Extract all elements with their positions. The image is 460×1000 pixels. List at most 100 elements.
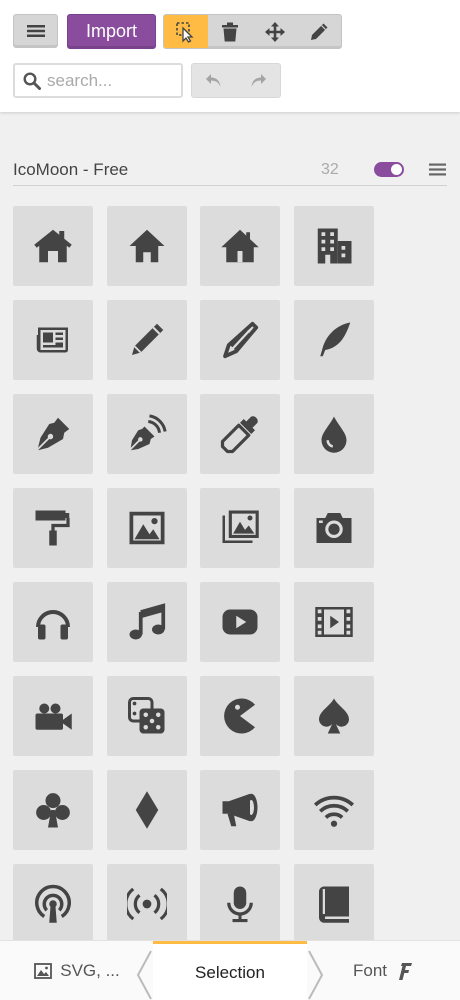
icon-cell-mic[interactable] <box>200 864 280 944</box>
image-icon <box>129 511 164 545</box>
icon-cell-pencil2[interactable] <box>200 300 280 380</box>
cursor-select-icon <box>176 21 194 43</box>
icon-cell-home[interactable] <box>13 206 93 286</box>
hamburger-icon <box>26 25 45 37</box>
tab-svg-export[interactable]: SVG, ... <box>18 941 136 1000</box>
quill-icon <box>319 322 350 357</box>
podcast-icon <box>35 884 71 923</box>
icon-set-select-toggle[interactable] <box>374 162 404 177</box>
pen-icon <box>38 417 70 451</box>
icon-cell-book[interactable] <box>293 864 374 944</box>
redo-icon <box>251 73 266 87</box>
icon-cell-spades[interactable] <box>293 676 374 756</box>
mic-icon <box>227 886 253 923</box>
bottom-tab-bar: SVG, ... Selection Font <box>0 940 460 1000</box>
icon-cell-eyedropper[interactable] <box>200 394 280 474</box>
home2-icon <box>129 229 164 263</box>
blog-icon <box>130 414 167 451</box>
bullhorn-icon <box>222 793 258 827</box>
icon-cell-quill[interactable] <box>293 300 374 380</box>
main-menu-button[interactable] <box>13 14 58 48</box>
music-icon <box>129 603 165 640</box>
pencil-icon <box>131 323 163 355</box>
icon-cell-music[interactable] <box>106 582 187 662</box>
icon-cell-blog[interactable] <box>106 394 187 474</box>
tab-font-export[interactable]: Font <box>328 941 438 1000</box>
icon-set-title[interactable]: IcoMoon - Free <box>13 160 128 180</box>
icon-set-header: IcoMoon - Free 32 <box>13 156 447 186</box>
icon-cell-image[interactable] <box>106 488 187 568</box>
icon-cell-home2[interactable] <box>106 206 187 286</box>
icon-cell-headphones[interactable] <box>13 582 93 662</box>
tab-selection[interactable]: Selection <box>153 941 307 1000</box>
icon-cell-camera[interactable] <box>293 488 374 568</box>
play-icon <box>222 609 258 635</box>
edit-tool-button[interactable] <box>297 15 341 48</box>
move-tool-button[interactable] <box>253 15 297 48</box>
icon-cell-pen[interactable] <box>13 394 93 474</box>
video-camera-icon <box>35 703 72 730</box>
tab-selection-label: Selection <box>195 962 265 982</box>
move-arrows-icon <box>264 21 285 42</box>
icon-cell-bullhorn[interactable] <box>200 770 280 850</box>
search-field[interactable] <box>13 63 183 98</box>
import-icons-button[interactable]: Import <box>67 14 156 49</box>
image-icon <box>34 963 53 979</box>
icon-cell-newspaper[interactable] <box>13 300 93 380</box>
book-icon <box>318 886 349 923</box>
hamburger-icon <box>429 163 446 176</box>
clubs-icon <box>36 793 70 828</box>
icon-cell-connection[interactable] <box>293 770 374 850</box>
top-toolbar: Import <box>0 0 460 112</box>
icon-set-count: 32 <box>321 161 339 178</box>
icon-cell-clubs[interactable] <box>13 770 93 850</box>
icon-grid <box>13 206 393 944</box>
icon-cell-paint-format[interactable] <box>13 488 93 568</box>
eyedropper-icon <box>220 416 258 454</box>
redo-button[interactable] <box>236 64 280 97</box>
home3-icon <box>221 229 259 263</box>
icon-cell-video-camera[interactable] <box>13 676 93 756</box>
connection-icon <box>313 795 354 827</box>
undo-button[interactable] <box>192 64 236 97</box>
newspaper-icon <box>36 327 68 353</box>
undo-icon <box>206 73 221 87</box>
feed-icon <box>126 887 167 921</box>
icon-cell-podcast[interactable] <box>13 864 93 944</box>
chevron-left-icon <box>136 950 152 1000</box>
paint-format-icon <box>35 510 70 546</box>
icon-cell-diamonds[interactable] <box>106 770 187 850</box>
pencil2-icon <box>223 321 259 359</box>
delete-tool-button[interactable] <box>208 15 252 48</box>
pacman-icon <box>224 698 255 734</box>
diamonds-icon <box>135 791 158 829</box>
icon-cell-droplet[interactable] <box>293 394 374 474</box>
images-icon <box>222 510 259 543</box>
selection-tools <box>163 14 342 49</box>
icon-cell-feed[interactable] <box>106 864 187 944</box>
select-tool-button[interactable] <box>164 15 209 48</box>
chevron-right-icon <box>308 950 324 1000</box>
office-icon <box>317 228 351 264</box>
tab-svg-label: SVG, ... <box>60 961 120 980</box>
history-tools <box>191 63 281 98</box>
droplet-icon <box>321 416 346 453</box>
icon-cell-office[interactable] <box>293 206 374 286</box>
pencil-edit-icon <box>310 23 328 40</box>
icon-cell-play[interactable] <box>200 582 280 662</box>
icon-set-menu-button[interactable] <box>429 163 446 181</box>
camera-icon <box>316 513 351 543</box>
icon-cell-pacman[interactable] <box>200 676 280 756</box>
font-glyph-icon <box>399 963 413 980</box>
home-icon <box>34 229 72 263</box>
icon-cell-images[interactable] <box>200 488 280 568</box>
icon-cell-home3[interactable] <box>200 206 280 286</box>
icon-cell-pencil[interactable] <box>106 300 187 380</box>
tab-font-label: Font <box>352 961 388 980</box>
icon-cell-film[interactable] <box>293 582 374 662</box>
spades-icon <box>318 698 349 734</box>
icon-cell-dice[interactable] <box>106 676 187 756</box>
search-input[interactable] <box>47 70 167 91</box>
headphones-icon <box>36 610 70 640</box>
film-icon <box>314 607 353 637</box>
